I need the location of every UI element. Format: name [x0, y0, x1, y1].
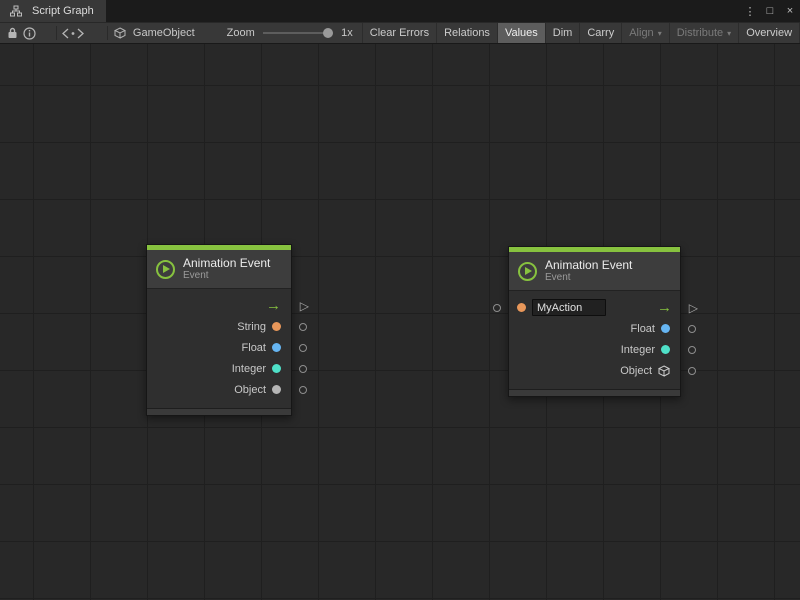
object-output-port[interactable]: [688, 367, 696, 375]
chevron-down-icon: ▾: [727, 29, 731, 38]
port-label: Float: [631, 323, 655, 335]
window-tab-bar: Script Graph ⋮ □ ×: [0, 0, 800, 22]
carry-label: Carry: [587, 27, 614, 39]
output-row-integer: Integer: [147, 358, 291, 379]
output-row-string: String: [147, 316, 291, 337]
overview-button[interactable]: Overview: [738, 22, 800, 44]
float-output-port[interactable]: [688, 325, 696, 333]
object-cube-icon: [658, 365, 670, 377]
object-output-port[interactable]: [299, 386, 307, 394]
overview-label: Overview: [746, 27, 792, 39]
node-title: Animation Event: [545, 258, 632, 272]
output-row-integer: Integer: [509, 339, 680, 360]
node-body: → ▷ String Float Integer Object: [147, 289, 291, 408]
clear-errors-button[interactable]: Clear Errors: [362, 22, 436, 44]
node-body: → ▷ Float Integer Object: [509, 291, 680, 389]
values-button[interactable]: Values: [497, 22, 545, 44]
window-maximize-button[interactable]: □: [760, 0, 780, 22]
integer-output-port[interactable]: [688, 346, 696, 354]
distribute-label: Distribute: [677, 27, 723, 39]
window-close-button[interactable]: ×: [780, 0, 800, 22]
action-input-row: → ▷: [509, 297, 680, 318]
float-type-dot: [661, 324, 670, 333]
port-label: Integer: [621, 344, 655, 356]
port-label: Object: [620, 365, 652, 377]
port-label: Object: [234, 384, 266, 396]
action-name-input[interactable]: [532, 299, 606, 316]
values-label: Values: [505, 27, 538, 39]
node-footer: [147, 408, 291, 415]
carry-button[interactable]: Carry: [579, 22, 621, 44]
gameobject-label[interactable]: GameObject: [133, 27, 195, 39]
distribute-dropdown-button[interactable]: Distribute ▾: [669, 22, 738, 44]
graph-toolbar: GameObject Zoom 1x Clear Errors Relation…: [0, 22, 800, 44]
tab-bar-spacer: [106, 0, 740, 22]
output-row-float: Float: [147, 337, 291, 358]
zoom-slider[interactable]: [263, 27, 333, 39]
node-subtitle: Event: [545, 272, 632, 284]
node-header[interactable]: Animation Event Event: [147, 250, 291, 289]
align-dropdown-button[interactable]: Align ▾: [621, 22, 668, 44]
lock-icon[interactable]: [5, 24, 20, 42]
window-menu-button[interactable]: ⋮: [740, 0, 760, 22]
float-output-port[interactable]: [299, 344, 307, 352]
tab-script-graph[interactable]: Script Graph: [0, 0, 106, 22]
relations-button[interactable]: Relations: [436, 22, 497, 44]
zoom-value: 1x: [341, 27, 353, 39]
string-type-dot: [517, 303, 526, 312]
chevron-down-icon: ▾: [658, 29, 662, 38]
dim-button[interactable]: Dim: [545, 22, 580, 44]
port-label: Float: [242, 342, 266, 354]
output-row-object: Object: [509, 360, 680, 381]
port-label: String: [237, 321, 266, 333]
object-type-dot: [272, 385, 281, 394]
node-animation-event-2[interactable]: Animation Event Event → ▷ Float Integer: [508, 246, 681, 397]
graph-canvas[interactable]: Animation Event Event → ▷ String Float I…: [0, 44, 800, 600]
float-type-dot: [272, 343, 281, 352]
node-subtitle: Event: [183, 270, 270, 282]
clear-errors-label: Clear Errors: [370, 27, 429, 39]
dim-label: Dim: [553, 27, 573, 39]
output-row-float: Float: [509, 318, 680, 339]
event-play-icon: [518, 262, 537, 281]
flow-output-port[interactable]: ▷: [300, 300, 309, 312]
gameobject-icon: [113, 24, 128, 42]
port-label: Integer: [232, 363, 266, 375]
toolbar-separator: [56, 26, 57, 40]
integer-type-dot: [272, 364, 281, 373]
event-play-icon: [156, 260, 175, 279]
flow-output-port[interactable]: ▷: [689, 302, 698, 314]
script-graph-icon: [7, 2, 25, 20]
integer-type-dot: [661, 345, 670, 354]
zoom-slider-handle[interactable]: [323, 28, 333, 38]
info-icon[interactable]: [22, 24, 37, 42]
action-input-port[interactable]: [493, 304, 501, 312]
toolbar-separator: [107, 26, 108, 40]
integer-output-port[interactable]: [299, 365, 307, 373]
node-animation-event-1[interactable]: Animation Event Event → ▷ String Float I…: [146, 244, 292, 416]
flow-arrow-icon: →: [657, 300, 672, 315]
code-graph-icon[interactable]: [62, 24, 84, 42]
string-output-port[interactable]: [299, 323, 307, 331]
tab-title: Script Graph: [32, 5, 94, 17]
node-footer: [509, 389, 680, 396]
output-row-object: Object: [147, 379, 291, 400]
string-type-dot: [272, 322, 281, 331]
zoom-label: Zoom: [227, 27, 255, 39]
node-header[interactable]: Animation Event Event: [509, 252, 680, 291]
flow-arrow-icon: →: [266, 298, 281, 313]
flow-output-row: → ▷: [147, 295, 291, 316]
node-title: Animation Event: [183, 256, 270, 270]
align-label: Align: [629, 27, 653, 39]
relations-label: Relations: [444, 27, 490, 39]
